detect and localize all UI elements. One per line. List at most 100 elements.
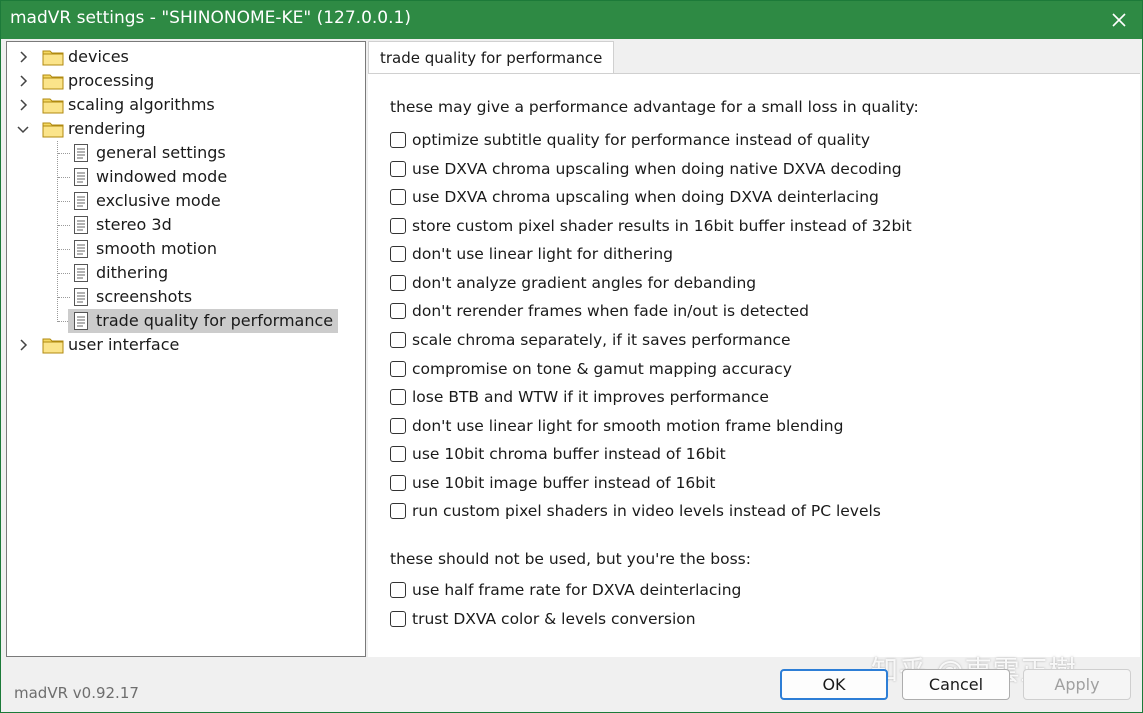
tree-item-label: stereo 3d bbox=[96, 215, 172, 234]
document-icon bbox=[70, 215, 92, 235]
tree-item-label: scaling algorithms bbox=[68, 95, 215, 114]
tree-item-smooth-motion[interactable]: smooth motion bbox=[70, 237, 222, 261]
document-icon bbox=[70, 143, 92, 163]
checkbox-optimize-subtitle-quality[interactable]: optimize subtitle quality for performanc… bbox=[390, 129, 870, 151]
title-bar[interactable]: madVR settings - "SHINONOME-KE" (127.0.0… bbox=[1, 1, 1142, 39]
checkbox-compromise-tone-gamut[interactable]: compromise on tone & gamut mapping accur… bbox=[390, 358, 792, 380]
folder-icon bbox=[42, 119, 64, 139]
checkbox-label: optimize subtitle quality for performanc… bbox=[412, 131, 871, 149]
checkbox-label: use 10bit image buffer instead of 16bit bbox=[412, 474, 716, 492]
tree-connector bbox=[58, 297, 70, 298]
checkbox-label: use DXVA chroma upscaling when doing DXV… bbox=[412, 188, 879, 206]
checkbox-dxva-chroma-native-decoding[interactable]: use DXVA chroma upscaling when doing nat… bbox=[390, 158, 902, 180]
checkbox-no-rerender-fade[interactable]: don't rerender frames when fade in/out i… bbox=[390, 300, 809, 322]
checkbox-dxva-chroma-deinterlacing[interactable]: use DXVA chroma upscaling when doing DXV… bbox=[390, 186, 879, 208]
tree-connector bbox=[58, 273, 70, 274]
checkbox-shaders-video-levels[interactable]: run custom pixel shaders in video levels… bbox=[390, 500, 881, 522]
tree-item-devices[interactable]: devices bbox=[7, 45, 134, 69]
checkbox-box[interactable] bbox=[390, 503, 406, 519]
checkbox-box[interactable] bbox=[390, 275, 406, 291]
tree-item-processing[interactable]: processing bbox=[7, 69, 159, 93]
checkbox-no-linear-light-dithering[interactable]: don't use linear light for dithering bbox=[390, 243, 673, 265]
tree-item-label: screenshots bbox=[96, 287, 193, 306]
checkbox-box[interactable] bbox=[390, 132, 406, 148]
apply-button[interactable]: Apply bbox=[1023, 669, 1131, 700]
tree-item-label: exclusive mode bbox=[96, 191, 221, 210]
tree-item-label: trade quality for performance bbox=[92, 310, 339, 332]
tree-item-label: user interface bbox=[68, 335, 180, 354]
chevron-right-icon[interactable] bbox=[16, 74, 30, 88]
tab-strip: trade quality for performance bbox=[368, 41, 1140, 73]
tree-item-scaling-algorithms[interactable]: scaling algorithms bbox=[7, 93, 220, 117]
folder-icon bbox=[42, 95, 64, 115]
checkbox-scale-chroma-separately[interactable]: scale chroma separately, if it saves per… bbox=[390, 329, 791, 351]
cancel-button[interactable]: Cancel bbox=[902, 669, 1010, 700]
window-title: madVR settings - "SHINONOME-KE" (127.0.0… bbox=[10, 8, 411, 28]
tree-item-label: smooth motion bbox=[96, 239, 218, 258]
tree-item-label: processing bbox=[68, 71, 155, 90]
tree-item-label: windowed mode bbox=[96, 167, 228, 186]
chevron-right-icon[interactable] bbox=[16, 98, 30, 112]
checkbox-half-frame-rate-deinterlacing[interactable]: use half frame rate for DXVA deinterlaci… bbox=[390, 579, 741, 601]
checkbox-no-linear-light-smooth-motion[interactable]: don't use linear light for smooth motion… bbox=[390, 415, 843, 437]
tree-connector bbox=[58, 225, 70, 226]
tree-item-user-interface[interactable]: user interface bbox=[7, 333, 184, 357]
tree-item-label: dithering bbox=[96, 263, 169, 282]
tree-item-windowed-mode[interactable]: windowed mode bbox=[70, 165, 232, 189]
checkbox-label: don't analyze gradient angles for deband… bbox=[412, 274, 757, 292]
checkbox-trust-dxva-color-levels[interactable]: trust DXVA color & levels conversion bbox=[390, 608, 696, 630]
checkbox-box[interactable] bbox=[390, 246, 406, 262]
ok-button[interactable]: OK bbox=[780, 669, 888, 700]
checkbox-box[interactable] bbox=[390, 582, 406, 598]
close-button[interactable] bbox=[1096, 1, 1142, 39]
tree-item-label: rendering bbox=[68, 119, 146, 138]
checkbox-box[interactable] bbox=[390, 389, 406, 405]
document-icon bbox=[70, 167, 92, 187]
tree-item-general-settings[interactable]: general settings bbox=[70, 141, 231, 165]
madvr-settings-window: madVR settings - "SHINONOME-KE" (127.0.0… bbox=[0, 0, 1143, 713]
checkbox-box[interactable] bbox=[390, 475, 406, 491]
checkbox-box[interactable] bbox=[390, 189, 406, 205]
folder-icon bbox=[42, 71, 64, 91]
tree-item-screenshots[interactable]: screenshots bbox=[70, 285, 197, 309]
checkbox-10bit-chroma-buffer[interactable]: use 10bit chroma buffer instead of 16bit bbox=[390, 443, 726, 465]
tree-item-dithering[interactable]: dithering bbox=[70, 261, 173, 285]
checkbox-box[interactable] bbox=[390, 361, 406, 377]
checkbox-label: store custom pixel shader results in 16b… bbox=[412, 217, 912, 235]
folder-icon bbox=[42, 335, 64, 355]
chevron-right-icon[interactable] bbox=[16, 338, 30, 352]
checkbox-lose-btb-wtw[interactable]: lose BTB and WTW if it improves performa… bbox=[390, 386, 769, 408]
checkbox-label: use DXVA chroma upscaling when doing nat… bbox=[412, 160, 902, 178]
tree-connector bbox=[58, 321, 68, 322]
checkbox-box[interactable] bbox=[390, 303, 406, 319]
chevron-down-icon[interactable] bbox=[16, 122, 30, 136]
checkbox-box[interactable] bbox=[390, 332, 406, 348]
checkbox-no-gradient-angles[interactable]: don't analyze gradient angles for deband… bbox=[390, 272, 756, 294]
tab-trade-quality-for-performance[interactable]: trade quality for performance bbox=[368, 41, 615, 73]
checkbox-box[interactable] bbox=[390, 161, 406, 177]
tree-item-stereo-3d[interactable]: stereo 3d bbox=[70, 213, 177, 237]
checkbox-box[interactable] bbox=[390, 418, 406, 434]
checkbox-label: run custom pixel shaders in video levels… bbox=[412, 502, 881, 520]
document-icon bbox=[70, 263, 92, 283]
tree-connector bbox=[58, 201, 70, 202]
checkbox-label: don't use linear light for smooth motion… bbox=[412, 417, 844, 435]
checkbox-box[interactable] bbox=[390, 446, 406, 462]
chevron-right-icon[interactable] bbox=[16, 50, 30, 64]
group-heading-not-recommended: these should not be used, but you're the… bbox=[390, 550, 751, 568]
checkbox-shader-16bit-buffer[interactable]: store custom pixel shader results in 16b… bbox=[390, 215, 912, 237]
checkbox-label: scale chroma separately, if it saves per… bbox=[412, 331, 791, 349]
settings-tree[interactable]: devices processing scaling algorithms re… bbox=[6, 41, 366, 657]
tree-connector bbox=[58, 177, 70, 178]
checkbox-10bit-image-buffer[interactable]: use 10bit image buffer instead of 16bit bbox=[390, 472, 716, 494]
settings-page: these may give a performance advantage f… bbox=[368, 73, 1140, 657]
document-icon bbox=[70, 191, 92, 211]
checkbox-label: compromise on tone & gamut mapping accur… bbox=[412, 360, 792, 378]
tree-item-rendering[interactable]: rendering bbox=[7, 117, 151, 141]
checkbox-label: lose BTB and WTW if it improves performa… bbox=[412, 388, 769, 406]
tree-item-exclusive-mode[interactable]: exclusive mode bbox=[70, 189, 226, 213]
tree-item-trade-quality-for-performance[interactable]: trade quality for performance bbox=[68, 309, 339, 333]
group-heading-performance: these may give a performance advantage f… bbox=[390, 98, 919, 116]
checkbox-box[interactable] bbox=[390, 611, 406, 627]
checkbox-box[interactable] bbox=[390, 218, 406, 234]
